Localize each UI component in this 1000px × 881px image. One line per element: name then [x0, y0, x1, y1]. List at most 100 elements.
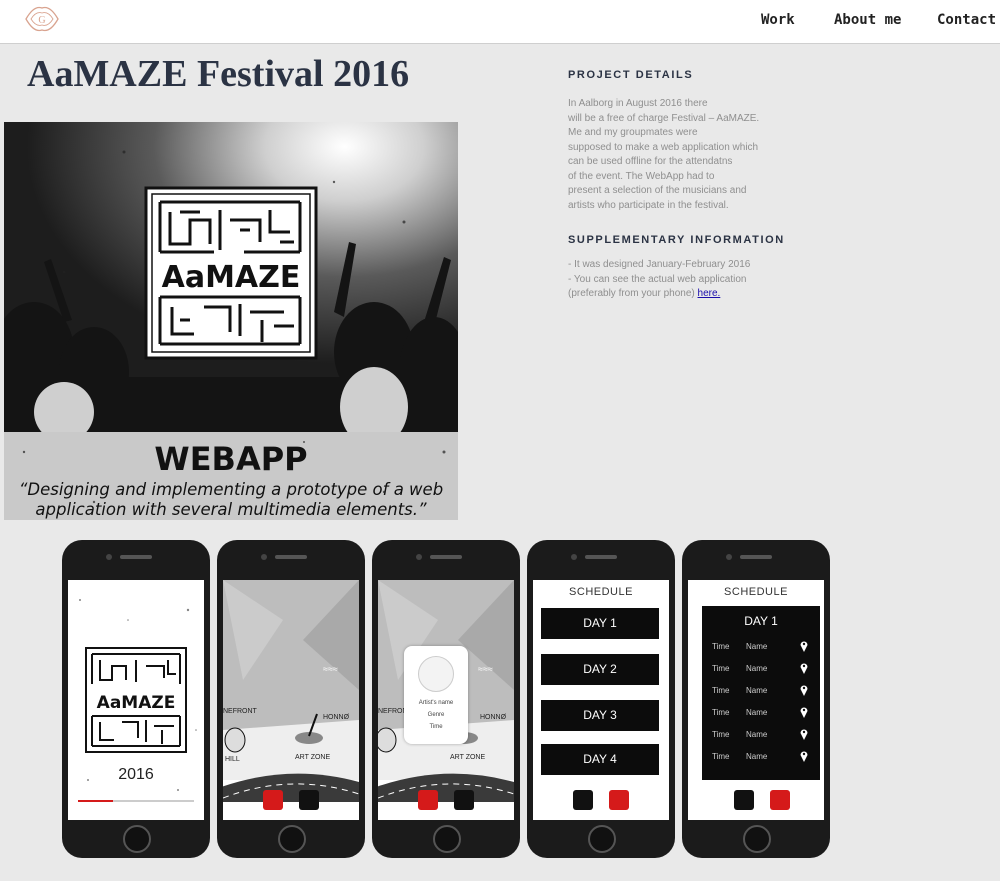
monogram-logo-icon[interactable]: G: [22, 3, 62, 35]
schedule-title: SCHEDULE: [724, 586, 788, 598]
row-time: Time: [712, 686, 730, 695]
hero-banner-quote-line1: “Designing and implementing a prototype …: [19, 480, 443, 499]
logo-letter: G: [38, 15, 45, 26]
row-time: Time: [712, 752, 730, 761]
phone-home-button: [278, 825, 306, 853]
artist-name: Artist's name: [418, 700, 454, 706]
supplementary-line: - It was designed January-February 2016: [568, 259, 751, 270]
row-name: Name: [746, 642, 768, 651]
phone-camera: [416, 554, 422, 560]
schedule-row[interactable]: Time Name: [712, 728, 816, 742]
project-details-line: Me and my groupmates were: [568, 127, 698, 138]
map-label-honno: HONNØ: [323, 714, 350, 721]
clock-icon[interactable]: [299, 790, 319, 810]
hero-logo-text: AaMAZE: [162, 260, 301, 295]
schedule-row[interactable]: Time Name: [712, 706, 816, 720]
festival-map[interactable]: ≈≈≈: [223, 580, 359, 820]
schedule-row[interactable]: Time Name: [712, 684, 816, 698]
map-label-art-zone: ART ZONE: [295, 754, 331, 761]
phone-earpiece: [275, 555, 307, 559]
page-title: AaMAZE Festival 2016: [27, 53, 410, 95]
compass-icon[interactable]: [263, 790, 283, 810]
phone-home-button: [588, 825, 616, 853]
project-details-line: artists who participate in the festival.: [568, 199, 729, 211]
phone-camera: [261, 554, 267, 560]
artist-avatar: [418, 656, 454, 692]
row-time: Time: [712, 642, 730, 651]
nav-link-about-me[interactable]: About me: [834, 12, 901, 28]
phone-home-button: [123, 825, 151, 853]
phone-screen: SCHEDULE DAY 1 DAY 2 DAY 3 DAY 4: [533, 580, 669, 820]
schedule-row[interactable]: Time Name: [712, 662, 816, 676]
nav-link-contact[interactable]: Contact: [937, 12, 996, 28]
clock-icon[interactable]: [609, 790, 629, 810]
phone-screen: ≈≈≈ NEFRONT HONNØ ART ZONE Artist's name…: [378, 580, 514, 820]
compass-icon[interactable]: [573, 790, 593, 810]
project-details-line: can be used offline for the attendatns: [568, 156, 733, 167]
clock-icon[interactable]: [770, 790, 790, 810]
location-pin-icon[interactable]: [800, 728, 808, 740]
hero-image: AaMAZE WEBAPP “Designing and implementin…: [4, 122, 458, 520]
artist-genre: Genre: [427, 712, 445, 718]
day-panel-title: DAY 1: [744, 614, 778, 628]
row-time: Time: [712, 664, 730, 673]
phone-screen: ≈≈≈ NEFRONT HONNØ HILL ART ZONE: [223, 580, 359, 820]
supplementary-heading: SUPPLEMENTARY INFORMATION: [568, 234, 785, 246]
splash-progress-fill: [78, 800, 113, 802]
supplementary-line: - You can see the actual web application: [568, 273, 747, 285]
schedule-row[interactable]: Time Name: [712, 750, 816, 764]
compass-icon[interactable]: [418, 790, 438, 810]
map-label-hill: HILL: [225, 756, 240, 763]
row-name: Name: [746, 708, 768, 717]
splash-logo-text: AaMAZE: [97, 693, 176, 713]
map-label-nefront: NEFRONT: [223, 708, 257, 715]
day-2-button[interactable]: DAY 2: [541, 654, 659, 685]
row-time: Time: [712, 708, 730, 717]
day-4-button[interactable]: DAY 4: [541, 744, 659, 775]
location-pin-icon[interactable]: [800, 750, 808, 762]
day-schedule-panel: DAY 1 Time Name Time Name Time Name Time Nam…: [702, 606, 820, 780]
phone-camera: [726, 554, 732, 560]
row-name: Name: [746, 664, 768, 673]
phone-camera: [571, 554, 577, 560]
location-pin-icon[interactable]: [800, 706, 808, 718]
row-name: Name: [746, 686, 768, 695]
row-name: Name: [746, 752, 768, 761]
phone-screen: AaMAZE 2016: [68, 580, 204, 820]
phone-artist-screen: ≈≈≈ NEFRONT HONNØ ART ZONE Artist's name…: [372, 540, 520, 858]
schedule-row[interactable]: Time Name: [712, 640, 816, 654]
location-pin-icon[interactable]: [800, 640, 808, 652]
phone-camera: [106, 554, 112, 560]
webapp-link[interactable]: here.: [698, 288, 721, 299]
phone-earpiece: [585, 555, 617, 559]
supplementary-line: (preferably from your phone) here.: [568, 287, 798, 302]
phone-day-detail-screen: SCHEDULE DAY 1 Time Name Time Name Time Nam…: [682, 540, 830, 858]
phone-home-button: [433, 825, 461, 853]
project-details-line: will be a free of charge Festival – AaMA…: [568, 112, 760, 124]
clock-icon[interactable]: [454, 790, 474, 810]
compass-icon[interactable]: [734, 790, 754, 810]
splash-year: 2016: [118, 766, 154, 783]
nav-link-work[interactable]: Work: [761, 12, 795, 28]
supplementary-line-prefix: (preferably from your phone): [568, 288, 698, 299]
map-wave-glyph: ≈≈≈: [478, 664, 493, 674]
map-label-art-zone: ART ZONE: [450, 754, 486, 761]
day-1-button[interactable]: DAY 1: [541, 608, 659, 639]
project-details-line: present a selection of the musicians and: [568, 185, 747, 196]
splash-maze-logo-icon: AaMAZE: [79, 599, 197, 791]
phone-earpiece: [430, 555, 462, 559]
phone-map-screen: ≈≈≈ NEFRONT HONNØ HILL ART ZONE: [217, 540, 365, 858]
phone-earpiece: [120, 555, 152, 559]
location-pin-icon[interactable]: [800, 662, 808, 674]
project-details-text: In Aalborg in August 2016 there will be …: [568, 97, 798, 213]
artist-popup-card[interactable]: Artist's name Genre Time: [404, 646, 468, 744]
project-details-heading: PROJECT DETAILS: [568, 69, 694, 81]
phone-mockups: AaMAZE 2016 ≈≈≈ NEFRONT HONNØ HILL ART Z…: [62, 540, 832, 860]
phone-earpiece: [740, 555, 772, 559]
location-pin-icon[interactable]: [800, 684, 808, 696]
supplementary-text: - It was designed January-February 2016 …: [568, 258, 798, 302]
row-name: Name: [746, 730, 768, 739]
day-3-button[interactable]: DAY 3: [541, 700, 659, 731]
phone-screen: SCHEDULE DAY 1 Time Name Time Name Time Nam…: [688, 580, 824, 820]
artist-time: Time: [429, 724, 443, 730]
